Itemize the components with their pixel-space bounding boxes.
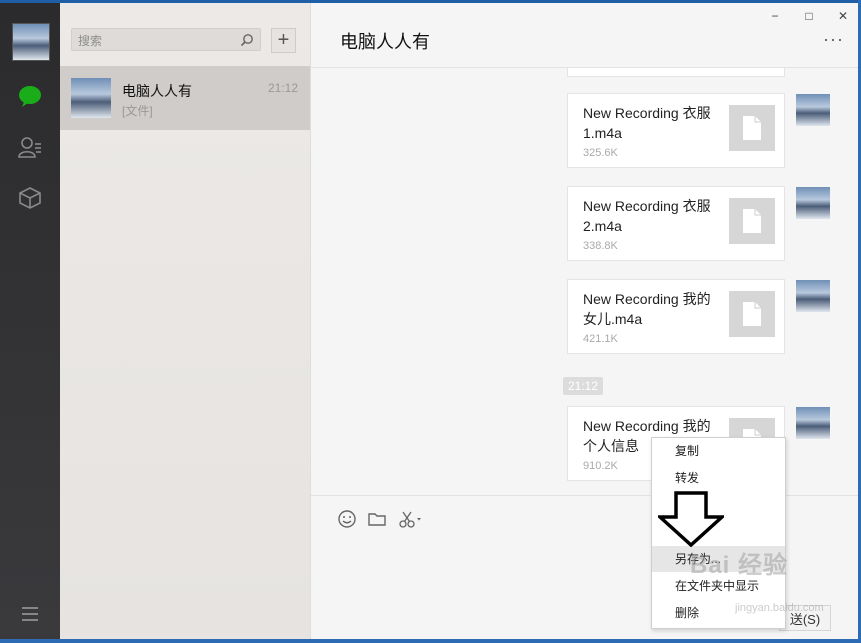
chat-icon: [17, 84, 43, 108]
more-options-icon[interactable]: ···: [823, 29, 844, 50]
screenshot-scissors-icon[interactable]: [398, 509, 424, 534]
menu-item-forward[interactable]: 转发: [652, 465, 785, 491]
file-name: New Recording 衣服1.m4a: [583, 105, 711, 141]
file-message[interactable]: New Recording 我的女儿.m4a 421.1K: [567, 279, 785, 354]
close-button[interactable]: ✕: [834, 9, 852, 23]
folder-icon[interactable]: [367, 509, 387, 534]
file-message[interactable]: New Recording 衣服2.m4a 338.8K: [567, 186, 785, 261]
plus-icon: +: [277, 29, 290, 51]
down-arrow-annotation-icon: [655, 491, 727, 552]
add-chat-button[interactable]: +: [271, 28, 296, 53]
menu-nav-item[interactable]: [0, 597, 60, 631]
message-list[interactable]: New Recording 衣服1.m4a 325.6K New Recordi…: [311, 68, 858, 495]
file-icon: [729, 291, 775, 337]
watermark-url: jingyan.baidu.com: [735, 602, 824, 614]
my-avatar[interactable]: [12, 23, 50, 61]
avatar: [71, 78, 111, 118]
file-message[interactable]: New Recording 衣服1.m4a 325.6K: [567, 93, 785, 168]
window-border-bottom: [0, 639, 861, 643]
avatar[interactable]: [796, 94, 830, 126]
file-size: 421.1K: [583, 333, 618, 345]
contacts-icon: [17, 135, 43, 159]
file-size: 910.2K: [583, 460, 618, 472]
search-box[interactable]: [71, 28, 261, 51]
box-icon: [18, 186, 42, 210]
contacts-nav-item[interactable]: [0, 130, 60, 164]
menu-item-copy[interactable]: 复制: [652, 438, 785, 464]
file-message-partial[interactable]: [567, 68, 785, 77]
nav-bar: [0, 3, 60, 639]
file-name: New Recording 我的女儿.m4a: [583, 291, 711, 327]
conversation-item[interactable]: 电脑人人有 21:12 [文件]: [60, 66, 310, 130]
avatar[interactable]: [796, 187, 830, 219]
menu-icon: [20, 606, 40, 622]
chat-title: 电脑人人有: [340, 32, 430, 52]
search-input[interactable]: [76, 31, 230, 50]
conversation-list-panel: + 电脑人人有 21:12 [文件]: [60, 3, 311, 639]
file-icon: [729, 105, 775, 151]
file-name: New Recording 衣服2.m4a: [583, 198, 711, 234]
maximize-button[interactable]: □: [800, 9, 818, 23]
file-size: 325.6K: [583, 147, 618, 159]
chat-nav-item[interactable]: [0, 79, 60, 113]
file-size: 338.8K: [583, 240, 618, 252]
avatar[interactable]: [796, 280, 830, 312]
minimize-button[interactable]: −: [766, 9, 784, 23]
file-icon: [729, 198, 775, 244]
conversation-preview: [文件]: [122, 104, 153, 118]
timestamp-badge: 21:12: [563, 377, 604, 395]
search-icon[interactable]: [240, 33, 254, 52]
watermark-logo: Bai 经验: [690, 552, 789, 579]
conversation-name: 电脑人人有: [122, 83, 192, 99]
avatar[interactable]: [796, 407, 830, 439]
conversation-time: 21:12: [267, 81, 298, 95]
box-nav-item[interactable]: [0, 181, 60, 215]
emoji-icon[interactable]: [337, 509, 357, 534]
